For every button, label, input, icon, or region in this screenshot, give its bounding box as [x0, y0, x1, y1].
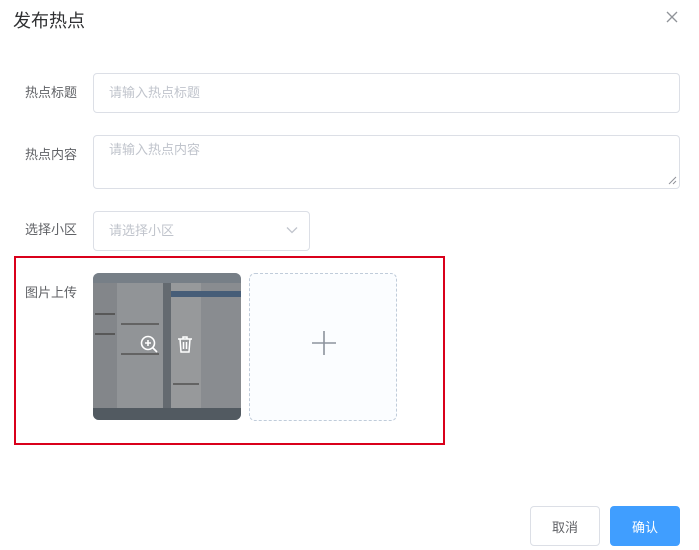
zoom-in-icon[interactable] [139, 334, 159, 354]
publish-hotspot-dialog: 发布热点 热点标题 热点内容 选择小区 图片上传 [0, 0, 699, 550]
uploaded-image-thumbnail[interactable] [93, 273, 241, 420]
confirm-button[interactable]: 确认 [610, 506, 680, 546]
content-label: 热点内容 [25, 148, 78, 163]
content-textarea[interactable] [93, 135, 680, 189]
community-select[interactable] [93, 211, 310, 251]
resize-grip-icon[interactable] [667, 175, 677, 185]
close-icon[interactable] [664, 9, 680, 25]
chevron-down-icon[interactable] [286, 226, 298, 234]
community-label: 选择小区 [25, 223, 78, 238]
upload-label: 图片上传 [25, 286, 78, 301]
cancel-button[interactable]: 取消 [530, 506, 600, 546]
dialog-title: 发布热点 [13, 11, 85, 32]
title-input[interactable] [93, 73, 680, 113]
plus-icon [312, 331, 336, 355]
trash-icon[interactable] [175, 334, 195, 354]
add-image-button[interactable] [249, 273, 397, 421]
title-label: 热点标题 [25, 86, 78, 101]
